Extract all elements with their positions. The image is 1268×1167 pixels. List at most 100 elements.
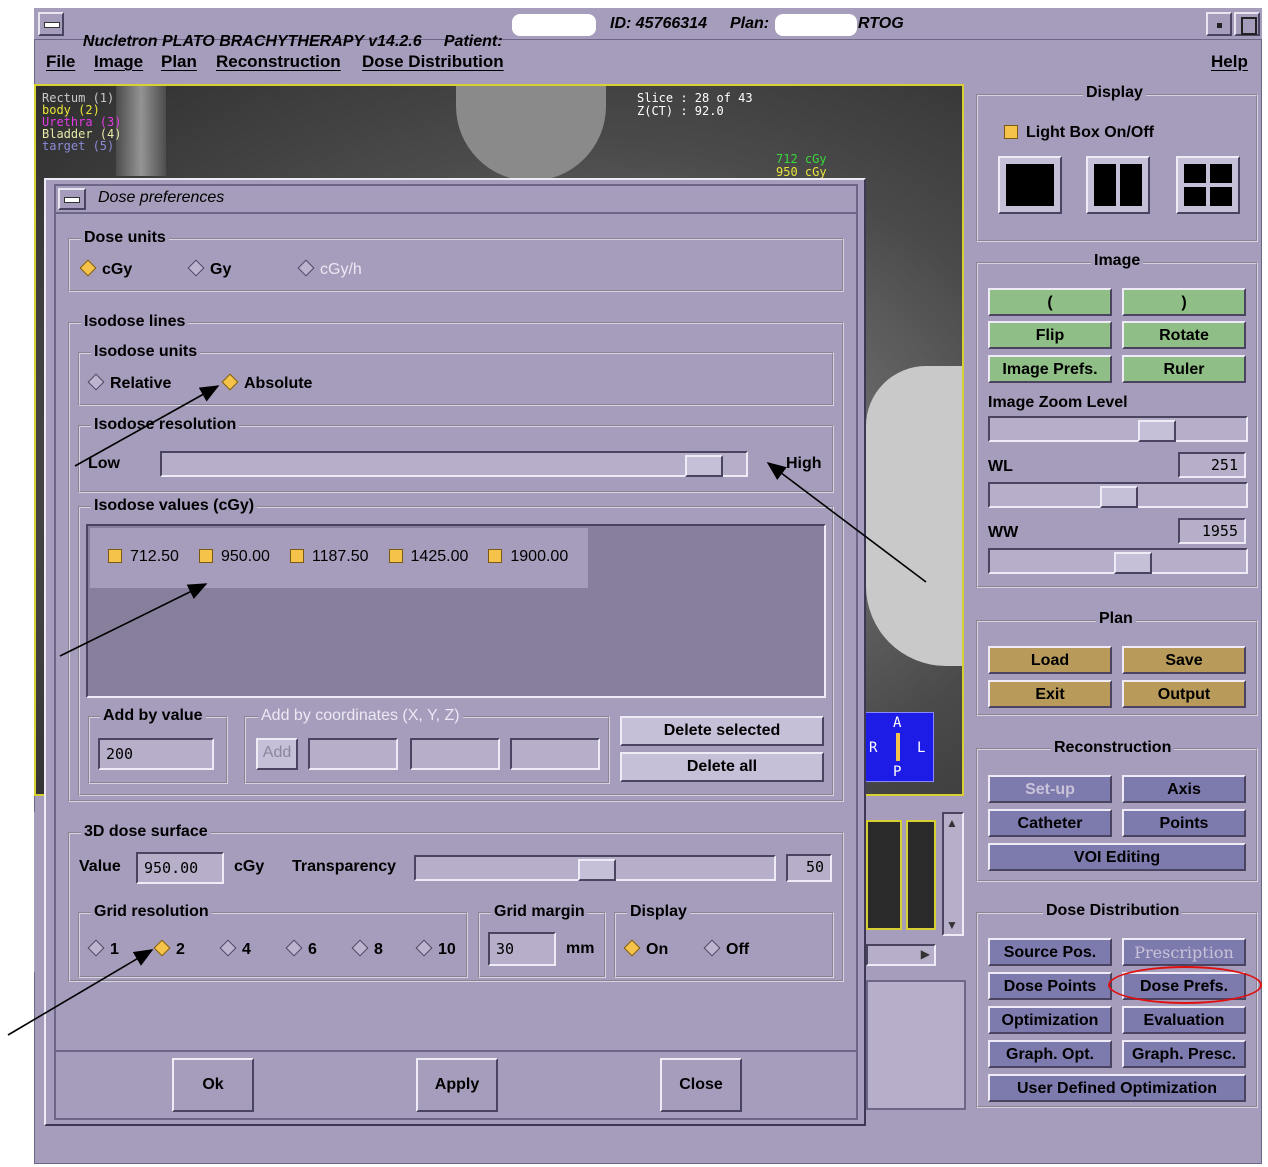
wl-value[interactable]: 251 xyxy=(1178,452,1246,478)
axis-button[interactable]: Axis xyxy=(1122,775,1246,803)
display-on-radio[interactable]: On xyxy=(623,939,668,959)
apply-button[interactable]: Apply xyxy=(416,1058,498,1112)
add-coordinates-button[interactable]: Add xyxy=(256,738,298,770)
radio-label: Absolute xyxy=(244,375,313,392)
coordinate-y-input[interactable] xyxy=(410,738,500,770)
isodose-value: 1425.00 xyxy=(410,548,469,565)
layout-four-button[interactable] xyxy=(1176,156,1240,214)
close-button[interactable]: Close xyxy=(660,1058,742,1112)
slider-thumb[interactable] xyxy=(578,859,616,881)
graph-opt-button[interactable]: Graph. Opt. xyxy=(988,1040,1112,1068)
maximize-button[interactable] xyxy=(1234,12,1260,36)
minus-icon xyxy=(44,22,60,28)
dose-unit-cgyh-radio[interactable]: cGy/h xyxy=(297,259,362,279)
slider-thumb[interactable] xyxy=(685,455,723,477)
slider-thumb[interactable] xyxy=(1138,420,1176,442)
coordinate-x-input[interactable] xyxy=(308,738,398,770)
source-pos-button[interactable]: Source Pos. xyxy=(988,938,1112,966)
window-menu-button[interactable] xyxy=(38,12,64,36)
grid-margin-input[interactable]: 30 xyxy=(488,932,556,966)
coordinate-z-input[interactable] xyxy=(510,738,600,770)
minimize-button[interactable] xyxy=(1206,12,1232,36)
isodose-lines-label: Isodose lines xyxy=(81,313,189,331)
prescription-button[interactable]: Prescription xyxy=(1122,938,1246,966)
isodose-value-checkbox[interactable]: 1425.00 xyxy=(388,548,469,566)
grid-resolution-8-radio[interactable]: 8 xyxy=(351,939,383,959)
add-by-value-input[interactable]: 200 xyxy=(98,738,214,770)
zoom-level-slider[interactable] xyxy=(988,416,1248,442)
transparency-value[interactable]: 50 xyxy=(786,854,832,882)
isodose-relative-radio[interactable]: Relative xyxy=(87,373,171,393)
delete-selected-button[interactable]: Delete selected xyxy=(620,716,824,746)
flip-button[interactable]: Flip xyxy=(988,321,1112,349)
exit-button[interactable]: Exit xyxy=(988,680,1112,708)
slider-thumb[interactable] xyxy=(1114,552,1152,574)
load-plan-button[interactable]: Load xyxy=(988,646,1112,674)
surface-value-label: Value xyxy=(79,858,121,875)
lightbox-toggle[interactable]: Light Box On/Off xyxy=(1004,124,1154,142)
display-label: Display xyxy=(627,903,690,921)
dose-unit-gy-radio[interactable]: Gy xyxy=(187,259,231,279)
output-button[interactable]: Output xyxy=(1122,680,1246,708)
dialog-menu-button[interactable] xyxy=(58,188,86,210)
radio-unselected-icon xyxy=(351,939,369,957)
structure-legend: Rectum (1) body (2) Urethra (3) Bladder … xyxy=(42,92,121,152)
ct-bone-shape xyxy=(116,86,166,176)
ruler-button[interactable]: Ruler xyxy=(1122,355,1246,383)
isodose-resolution-slider[interactable] xyxy=(160,451,748,477)
voi-editing-button[interactable]: VOI Editing xyxy=(988,843,1246,871)
isodose-absolute-radio[interactable]: Absolute xyxy=(221,373,313,393)
dose-surface-label: 3D dose surface xyxy=(81,823,211,841)
radio-unselected-icon xyxy=(297,259,315,277)
slice-thumbnail[interactable] xyxy=(906,820,936,930)
thumbnail-scrollbar[interactable]: ▲ ▼ xyxy=(942,812,964,936)
evaluation-button[interactable]: Evaluation xyxy=(1122,1006,1246,1034)
radio-label: 2 xyxy=(176,941,185,958)
menu-help[interactable]: Help xyxy=(1211,52,1248,72)
slider-thumb[interactable] xyxy=(1100,486,1138,508)
layout-single-button[interactable] xyxy=(998,156,1062,214)
graph-presc-button[interactable]: Graph. Presc. xyxy=(1122,1040,1246,1068)
previous-image-button[interactable]: ( xyxy=(988,288,1112,316)
setup-button[interactable]: Set-up xyxy=(988,775,1112,803)
isodose-value-checkbox[interactable]: 950.00 xyxy=(198,548,270,566)
transparency-slider[interactable] xyxy=(414,855,776,881)
dose-points-button[interactable]: Dose Points xyxy=(988,972,1112,1000)
menu-image[interactable]: Image xyxy=(94,52,143,72)
dose-distribution-panel-title: Dose Distribution xyxy=(1043,902,1183,920)
menu-reconstruction[interactable]: Reconstruction xyxy=(216,52,341,72)
layout-two-button[interactable] xyxy=(1086,156,1150,214)
menu-file[interactable]: File xyxy=(46,52,75,72)
points-button[interactable]: Points xyxy=(1122,809,1246,837)
isodose-value-checkbox[interactable]: 712.50 xyxy=(108,548,179,566)
display-off-radio[interactable]: Off xyxy=(703,939,749,959)
horizontal-scrollbar[interactable]: ▶ xyxy=(866,944,936,966)
single-pane-icon xyxy=(1006,164,1054,206)
grid-resolution-4-radio[interactable]: 4 xyxy=(219,939,251,959)
surface-value-input[interactable]: 950.00 xyxy=(136,852,224,884)
wl-slider[interactable] xyxy=(988,482,1248,508)
ww-slider[interactable] xyxy=(988,548,1248,574)
isodose-value-checkbox[interactable]: 1187.50 xyxy=(289,548,369,566)
menu-dose-distribution[interactable]: Dose Distribution xyxy=(362,52,504,72)
dose-unit-cgy-radio[interactable]: cGy xyxy=(79,259,132,279)
grid-resolution-2-radio[interactable]: 2 xyxy=(153,939,185,959)
menu-plan[interactable]: Plan xyxy=(161,52,197,72)
isodose-value-checkbox[interactable]: 1900.00 xyxy=(488,548,568,566)
orientation-indicator: A R L P xyxy=(864,712,934,782)
save-plan-button[interactable]: Save xyxy=(1122,646,1246,674)
slice-thumbnail[interactable] xyxy=(866,820,902,930)
ww-value[interactable]: 1955 xyxy=(1178,518,1246,544)
user-defined-optimization-button[interactable]: User Defined Optimization xyxy=(988,1074,1246,1102)
grid-resolution-6-radio[interactable]: 6 xyxy=(285,939,317,959)
grid-resolution-10-radio[interactable]: 10 xyxy=(415,939,456,959)
two-pane-icon xyxy=(1094,164,1142,206)
next-image-button[interactable]: ) xyxy=(1122,288,1246,316)
rotate-button[interactable]: Rotate xyxy=(1122,321,1246,349)
image-prefs-button[interactable]: Image Prefs. xyxy=(988,355,1112,383)
catheter-button[interactable]: Catheter xyxy=(988,809,1112,837)
ok-button[interactable]: Ok xyxy=(172,1058,254,1112)
delete-all-button[interactable]: Delete all xyxy=(620,752,824,782)
optimization-button[interactable]: Optimization xyxy=(988,1006,1112,1034)
grid-resolution-1-radio[interactable]: 1 xyxy=(87,939,119,959)
